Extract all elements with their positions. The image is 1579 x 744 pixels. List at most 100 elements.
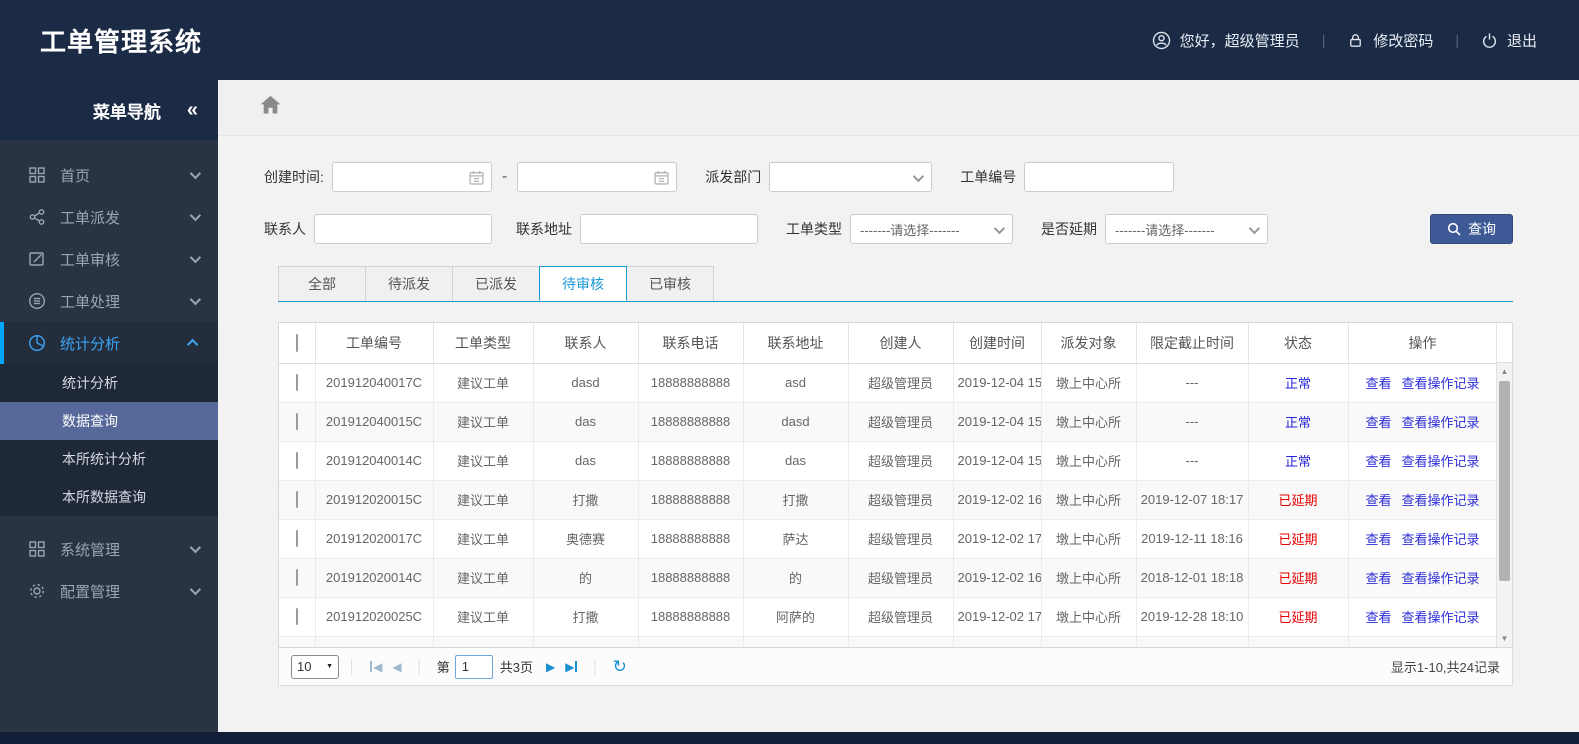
cell-phone: 18888888888 [638,363,744,403]
tab-reviewed[interactable]: 已审核 [626,266,714,301]
column-header: 工单编号 [315,323,434,364]
pie-chart-icon [28,334,46,352]
view-log-link[interactable]: 查看操作记录 [1402,571,1480,586]
process-icon [28,292,46,310]
view-log-link[interactable]: 查看操作记录 [1402,454,1480,469]
view-link[interactable]: 查看 [1365,376,1391,391]
cell-creator: 超级管理员 [848,597,954,637]
scrollbar-thumb[interactable] [1499,381,1510,581]
pagination-bar: 10 ▼ │ ◀ ◀ │ 第 共3页 ▶ ▶ │ ↻ 显示1-10,共24记录 [278,648,1513,686]
tab-pending-review[interactable]: 待审核 [539,266,627,301]
view-link[interactable]: 查看 [1365,610,1391,625]
cell-actions: 查看 查看操作记录 [1348,519,1498,559]
row-checkbox[interactable] [295,608,298,625]
cell-order-type: 建议工单 [433,480,534,520]
cell-address: dasd [743,402,849,442]
cell-contact [533,636,639,647]
first-page-button[interactable]: ◀ [370,660,382,674]
dispatch-dept-select[interactable] [769,162,933,192]
tab-pending-dispatch[interactable]: 待派发 [365,266,453,301]
contact-input[interactable] [314,214,492,244]
submenu-item-data-query[interactable]: 数据查询 [0,402,218,440]
row-checkbox[interactable] [295,491,298,508]
order-no-input[interactable] [1024,162,1175,192]
row-checkbox[interactable] [295,413,298,430]
view-link[interactable]: 查看 [1365,454,1391,469]
delay-select[interactable]: -------请选择------- [1105,214,1268,244]
sidebar-item-home[interactable]: 首页 [0,154,218,196]
refresh-icon[interactable]: ↻ [613,657,627,677]
view-log-link[interactable]: 查看操作记录 [1402,532,1480,547]
column-header: 联系电话 [638,323,744,364]
view-link[interactable]: 查看 [1365,571,1391,586]
last-page-button[interactable]: ▶ [565,660,577,674]
next-page-button[interactable]: ▶ [546,660,555,674]
cell-dispatch-target: 墩上中心所 [1041,441,1137,481]
column-header: 创建时间 [953,323,1042,364]
created-time-end-input[interactable] [517,162,678,192]
view-log-link[interactable]: 查看操作记录 [1402,493,1480,508]
logout-button[interactable]: 退出 [1481,30,1537,51]
delay-label: 是否延期 [1041,221,1097,237]
sidebar-item-label: 系统管理 [60,541,121,559]
change-password-button[interactable]: 修改密码 [1347,30,1433,51]
row-checkbox[interactable] [295,569,298,586]
row-checkbox[interactable] [295,530,298,547]
cell-order-type: 建议工单 [433,363,534,403]
tab-all[interactable]: 全部 [278,266,366,301]
table-header: 工单编号 工单类型 联系人 联系电话 联系地址 创建人 创建时间 派发对象 限定… [279,323,1498,364]
scroll-up-arrow[interactable]: ▲ [1497,367,1512,376]
cell-deadline: --- [1136,402,1249,442]
sidebar-item-statistics[interactable]: 统计分析 [0,322,218,364]
chevron-up-icon [186,338,199,351]
tab-bar: 全部 待派发 已派发 待审核 已审核 [278,266,1513,302]
sidebar-item-process[interactable]: 工单处理 [0,280,218,322]
submenu-item-office-statistics[interactable]: 本所统计分析 [0,440,218,478]
pager-divider: │ [348,659,357,674]
cell-order-id: 201912040014C [315,441,434,481]
cell-phone: 18888888888 [638,519,744,559]
submenu-item-office-data-query[interactable]: 本所数据查询 [0,478,218,516]
cell-actions [1348,636,1498,647]
view-link[interactable]: 查看 [1365,493,1391,508]
view-link[interactable]: 查看 [1365,532,1391,547]
address-label: 联系地址 [516,221,572,237]
view-link[interactable]: 查看 [1365,415,1391,430]
row-checkbox[interactable] [295,374,298,391]
tab-dispatched[interactable]: 已派发 [452,266,540,301]
submenu-item-statistics[interactable]: 统计分析 [0,364,218,402]
row-checkbox[interactable] [295,452,298,469]
home-icon[interactable] [260,95,281,120]
address-input[interactable] [580,214,758,244]
sidebar-item-system[interactable]: 系统管理 [0,528,218,570]
pager-divider: │ [415,659,424,674]
column-header: 限定截止时间 [1136,323,1249,364]
view-log-link[interactable]: 查看操作记录 [1402,415,1480,430]
select-all-checkbox[interactable] [295,333,298,352]
cell-deadline: 2019-12-11 18:16 [1136,519,1249,559]
sidebar-item-dispatch[interactable]: 工单派发 [0,196,218,238]
sidebar-item-config[interactable]: 配置管理 [0,570,218,612]
view-log-link[interactable]: 查看操作记录 [1402,610,1480,625]
table-scrollbar[interactable]: ▲ ▼ [1496,363,1512,647]
page-label: 第 [436,660,450,675]
page-number-input[interactable] [454,654,493,679]
order-type-select[interactable]: -------请选择------- [850,214,1013,244]
cell-dispatch-target: 墩上中心所 [1041,480,1137,520]
sidebar-item-review[interactable]: 工单审核 [0,238,218,280]
sidebar-collapse-icon[interactable]: « [187,99,198,122]
view-log-link[interactable]: 查看操作记录 [1402,376,1480,391]
calendar-icon [654,170,669,185]
row-checkbox[interactable] [296,647,298,648]
filter-row-1: 创建时间: - 派发部门 工单编号 [264,162,1513,192]
calendar-icon [469,170,484,185]
created-time-start-input[interactable] [331,162,492,192]
sidebar-header: 菜单导航 « [0,80,218,140]
logout-label: 退出 [1506,32,1537,50]
page-size-select[interactable]: 10 ▼ [291,654,339,679]
prev-page-button[interactable]: ◀ [392,660,401,674]
cell-created-time [953,636,1042,647]
scroll-down-arrow[interactable]: ▼ [1497,634,1512,643]
column-header: 联系地址 [743,323,849,364]
search-button[interactable]: 查询 [1430,214,1513,244]
